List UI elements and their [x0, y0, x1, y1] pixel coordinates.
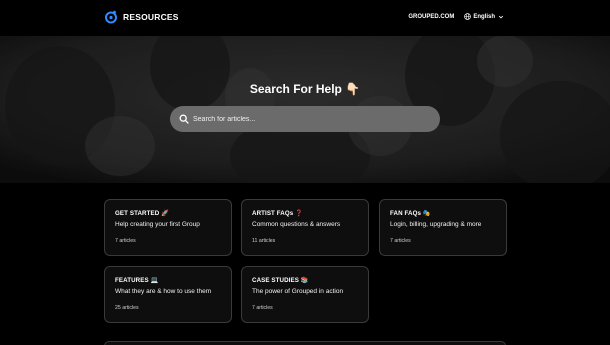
top-navigation-bar: RESOURCES GROUPED.COM English: [0, 0, 610, 36]
card-description: Common questions & answers: [252, 221, 341, 228]
brand-name: RESOURCES: [123, 12, 179, 22]
card-title: ARTIST FAQs ❓: [252, 210, 303, 217]
language-label: English: [473, 13, 495, 20]
card-title: CASE STUDIES 📚: [252, 277, 309, 284]
card-article-count: 25 articles: [115, 305, 139, 311]
card-description: The power of Grouped in action: [252, 288, 344, 295]
header-actions: GROUPED.COM English: [408, 13, 506, 20]
hero-title: Search For Help 👇🏻: [249, 82, 361, 96]
search-bar[interactable]: [170, 106, 440, 132]
grouped-site-link[interactable]: GROUPED.COM: [408, 14, 454, 20]
card-article-count: 7 articles: [115, 238, 136, 244]
card-article-count: 7 articles: [390, 238, 411, 244]
card-article-count: 7 articles: [252, 305, 273, 311]
language-selector[interactable]: English: [464, 13, 506, 20]
collections-grid: GET STARTED 🚀 Help creating your first G…: [0, 183, 610, 345]
card-title: FEATURES 💻: [115, 277, 159, 284]
card-description: What they are & how to use them: [115, 288, 212, 295]
grouped-logo-icon: [104, 10, 118, 24]
brand-link[interactable]: RESOURCES: [104, 10, 179, 24]
collection-card-artist-faqs[interactable]: ARTIST FAQs ❓ Common questions & answers…: [241, 199, 369, 256]
search-icon: [179, 114, 189, 124]
next-section-card-edge: [104, 341, 506, 345]
collection-card-case-studies[interactable]: CASE STUDIES 📚 The power of Grouped in a…: [241, 266, 369, 323]
search-input[interactable]: [193, 115, 423, 123]
collection-card-features[interactable]: FEATURES 💻 What they are & how to use th…: [104, 266, 232, 323]
card-title: FAN FAQs 🎭: [390, 210, 431, 217]
card-article-count: 11 articles: [252, 238, 276, 244]
globe-icon: [464, 13, 472, 20]
collection-card-fan-faqs[interactable]: FAN FAQs 🎭 Login, billing, upgrading & m…: [379, 199, 507, 256]
collection-card-get-started[interactable]: GET STARTED 🚀 Help creating your first G…: [104, 199, 232, 256]
card-title: GET STARTED 🚀: [115, 210, 169, 217]
card-description: Login, billing, upgrading & more: [390, 221, 482, 228]
card-description: Help creating your first Group: [115, 221, 200, 228]
chevron-down-icon: [498, 15, 504, 18]
hero-banner: Search For Help 👇🏻: [0, 36, 610, 183]
